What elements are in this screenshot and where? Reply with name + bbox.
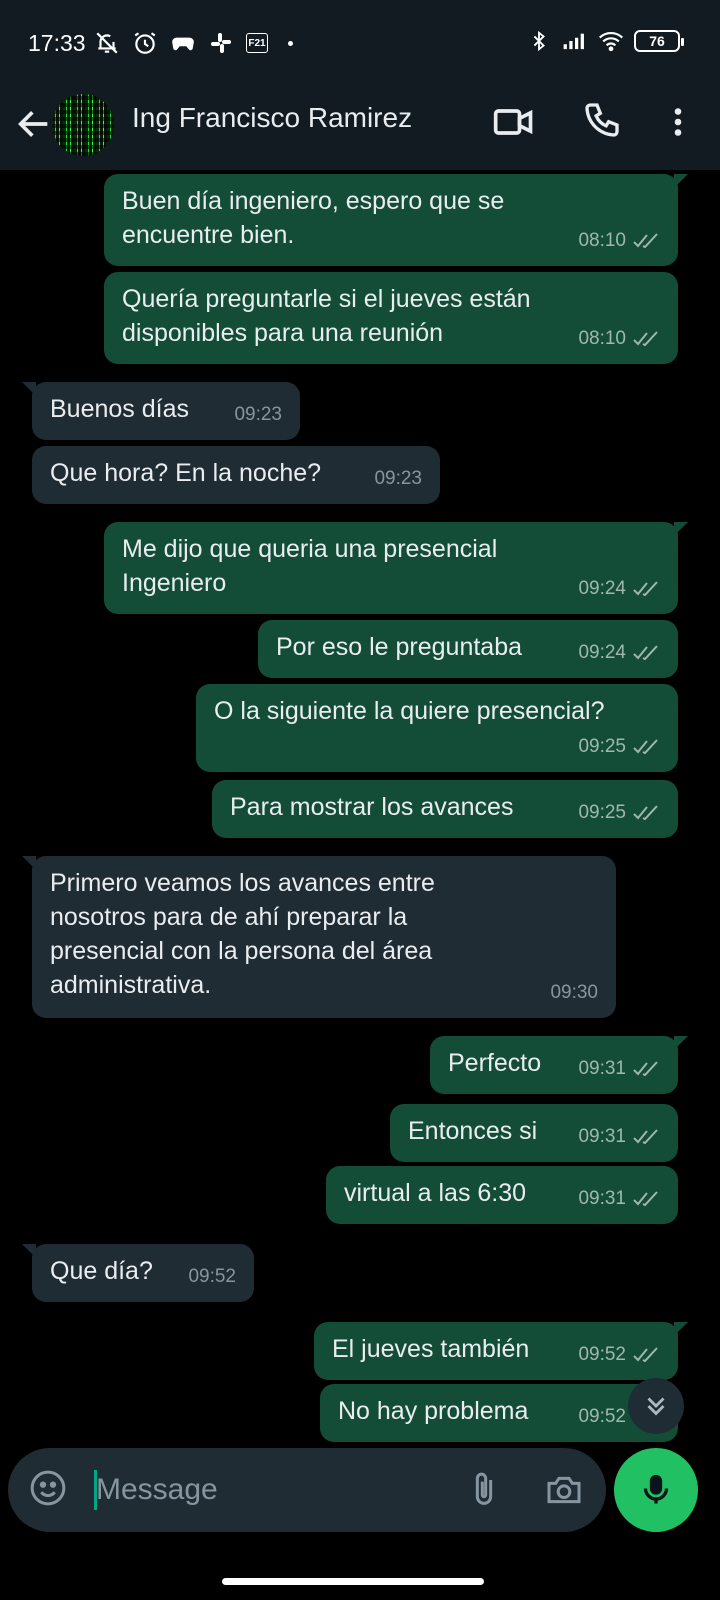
status-time: 17:33 — [28, 30, 86, 56]
message-time: 09:24 — [578, 578, 626, 599]
read-ticks-icon — [633, 645, 658, 661]
back-arrow-icon[interactable] — [14, 104, 54, 144]
message-time: 09:52 — [578, 1344, 626, 1365]
message-meta: 09:24 — [578, 636, 660, 670]
more-notifications-dot — [288, 40, 293, 46]
alarm-icon — [132, 30, 158, 56]
home-indicator[interactable] — [222, 1578, 484, 1585]
message-time: 08:10 — [578, 328, 626, 349]
message-meta: 09:52 — [578, 1338, 660, 1372]
microphone-icon — [643, 1474, 669, 1504]
message-meta: 09:31 — [578, 1120, 660, 1154]
message-meta: 09:30 — [550, 976, 598, 1010]
attach-icon[interactable] — [464, 1468, 504, 1512]
message-bubble-outgoing[interactable]: No hay problema 09:52 — [320, 1384, 678, 1442]
message-bubble-incoming[interactable]: Que hora? En la noche? 09:23 — [32, 446, 440, 504]
read-ticks-icon — [633, 233, 658, 249]
contact-avatar[interactable] — [52, 94, 114, 156]
message-bubble-incoming[interactable]: Que día? 09:52 — [22, 1244, 254, 1302]
message-bubble-outgoing[interactable]: Entonces si 09:31 — [390, 1104, 678, 1162]
emoji-icon[interactable] — [28, 1468, 68, 1508]
message-bubble-outgoing[interactable]: virtual a las 6:30 09:31 — [326, 1166, 678, 1224]
battery-icon: 76 — [634, 30, 684, 52]
contact-name[interactable]: Ing Francisco Ramirez — [132, 102, 412, 134]
message-time: 09:25 — [578, 736, 626, 757]
message-meta: 09:25 — [578, 796, 660, 830]
message-bubble-outgoing[interactable]: Por eso le preguntaba 09:24 — [258, 620, 678, 678]
message-text: O la siguiente la quiere presencial? — [214, 697, 605, 725]
wifi-icon — [598, 28, 624, 54]
double-chevron-down-icon — [647, 1397, 665, 1416]
read-ticks-icon — [633, 1191, 658, 1207]
voice-call-icon[interactable] — [582, 100, 626, 144]
message-time: 09:31 — [578, 1058, 626, 1079]
system-icons: 76 — [526, 28, 684, 54]
game-icon — [170, 30, 196, 56]
message-meta: 09:52 — [188, 1260, 236, 1294]
message-meta: 09:31 — [578, 1052, 660, 1086]
voice-message-button[interactable] — [614, 1448, 698, 1532]
message-bubble-outgoing[interactable]: Me dijo que queria una presencial Ingeni… — [104, 522, 688, 614]
signal-icon — [562, 28, 588, 54]
chat-header: Ing Francisco Ramirez — [0, 84, 720, 170]
read-ticks-icon — [633, 1347, 658, 1363]
message-time: 09:30 — [550, 982, 598, 1003]
message-bubble-outgoing[interactable]: Perfecto 09:31 — [430, 1036, 688, 1094]
message-text: Primero veamos los avances entre nosotro… — [50, 869, 435, 999]
bluetooth-icon — [526, 28, 552, 54]
message-time: 08:10 — [578, 230, 626, 251]
slack-icon — [208, 30, 234, 56]
message-time: 09:31 — [578, 1188, 626, 1209]
message-input[interactable] — [96, 1468, 436, 1512]
message-meta: 09:31 — [578, 1182, 660, 1216]
message-time: 09:25 — [578, 802, 626, 823]
f21-icon: F21 — [246, 33, 268, 53]
message-bubble-incoming[interactable]: Buenos días 09:23 — [22, 382, 300, 440]
status-bar: 17:33 F21 76 — [0, 0, 720, 84]
more-options-icon[interactable] — [660, 100, 696, 144]
read-ticks-icon — [633, 1129, 658, 1145]
notification-icons: F21 — [94, 30, 293, 56]
read-ticks-icon — [633, 581, 658, 597]
message-meta: 09:24 — [578, 572, 660, 606]
message-meta: 09:25 — [578, 730, 660, 764]
message-text: Que hora? En la noche? — [50, 459, 322, 487]
message-meta: 08:10 — [578, 322, 660, 356]
message-time: 09:23 — [374, 468, 422, 489]
message-bubble-outgoing[interactable]: Quería preguntarle si el jueves están di… — [104, 272, 678, 364]
camera-icon[interactable] — [542, 1470, 586, 1510]
muted-bell-icon — [94, 30, 120, 56]
message-meta: 09:23 — [374, 462, 422, 496]
message-meta: 09:23 — [234, 398, 282, 432]
message-meta: 08:10 — [578, 224, 660, 258]
read-ticks-icon — [633, 805, 658, 821]
message-bubble-outgoing[interactable]: Buen día ingeniero, espero que se encuen… — [104, 174, 688, 266]
message-bubble-outgoing[interactable]: O la siguiente la quiere presencial? 09:… — [196, 684, 678, 772]
message-time: 09:52 — [578, 1406, 626, 1427]
message-time: 09:24 — [578, 642, 626, 663]
message-bubble-outgoing[interactable]: El jueves también 09:52 — [314, 1322, 688, 1380]
video-call-icon[interactable] — [492, 100, 536, 144]
message-time: 09:23 — [234, 404, 282, 425]
message-bubble-incoming[interactable]: Primero veamos los avances entre nosotro… — [22, 856, 616, 1018]
read-ticks-icon — [633, 739, 658, 755]
message-bubble-outgoing[interactable]: Para mostrar los avances 09:25 — [212, 780, 678, 838]
message-composer — [8, 1448, 606, 1532]
read-ticks-icon — [633, 1061, 658, 1077]
message-time: 09:52 — [188, 1266, 236, 1287]
scroll-to-bottom-button[interactable] — [628, 1378, 684, 1434]
message-list[interactable]: Buen día ingeniero, espero que se encuen… — [0, 170, 720, 1470]
read-ticks-icon — [633, 331, 658, 347]
message-time: 09:31 — [578, 1126, 626, 1147]
